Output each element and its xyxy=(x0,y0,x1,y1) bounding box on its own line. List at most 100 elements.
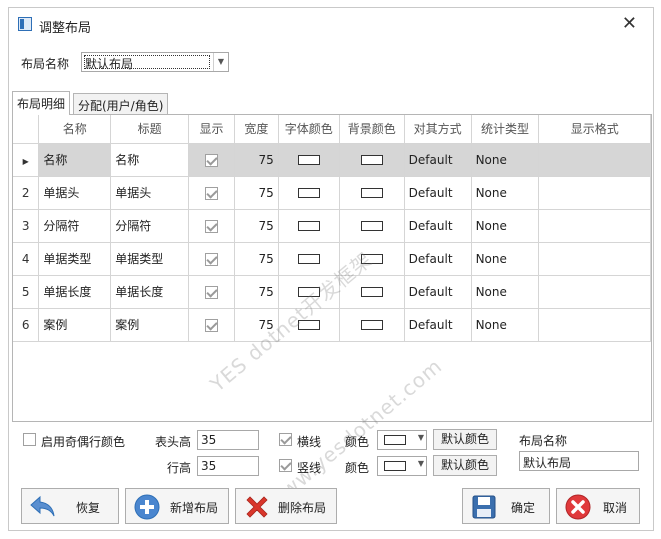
cell-caption[interactable]: 名称 xyxy=(110,143,190,177)
column-header[interactable]: 显示 xyxy=(188,115,235,144)
cell-format[interactable] xyxy=(538,275,651,309)
hline-default-color-button[interactable]: 默认颜色 xyxy=(433,429,497,450)
column-header[interactable]: 显示格式 xyxy=(538,115,651,144)
chevron-down-icon[interactable]: ▼ xyxy=(418,433,424,442)
cell-stat-type[interactable]: None xyxy=(471,143,540,177)
vline-color-select[interactable]: ▼ xyxy=(377,456,427,476)
cell-visible[interactable] xyxy=(188,242,235,276)
cell-back-color[interactable] xyxy=(339,209,405,243)
table-row[interactable]: 5 单据长度 单据长度 75 Default None xyxy=(13,275,651,309)
visible-checkbox[interactable] xyxy=(204,219,218,233)
cell-align[interactable]: Default xyxy=(404,209,472,243)
cell-caption[interactable]: 单据头 xyxy=(110,176,190,210)
cell-font-color[interactable] xyxy=(278,242,340,276)
cell-back-color[interactable] xyxy=(339,176,405,210)
cell-format[interactable] xyxy=(538,209,651,243)
cell-align[interactable]: Default xyxy=(404,275,472,309)
cell-visible[interactable] xyxy=(188,209,235,243)
column-header[interactable]: 背景颜色 xyxy=(339,115,405,144)
cell-stat-type[interactable]: None xyxy=(471,308,540,342)
ok-button[interactable]: 确定 xyxy=(462,488,550,524)
cell-align[interactable]: Default xyxy=(404,143,472,177)
cell-back-color[interactable] xyxy=(339,242,405,276)
cell-visible[interactable] xyxy=(188,143,235,177)
cell-visible[interactable] xyxy=(188,176,235,210)
cell-caption[interactable]: 案例 xyxy=(110,308,190,342)
cell-width[interactable]: 75 xyxy=(234,176,279,210)
cell-format[interactable] xyxy=(538,176,651,210)
cell-font-color[interactable] xyxy=(278,209,340,243)
visible-checkbox[interactable] xyxy=(204,186,218,200)
cell-visible[interactable] xyxy=(188,308,235,342)
cell-align[interactable]: Default xyxy=(404,242,472,276)
alt-row-color-checkbox[interactable] xyxy=(23,433,36,446)
save-layout-name-input[interactable]: 默认布局 xyxy=(519,451,639,471)
cell-back-color[interactable] xyxy=(339,308,405,342)
cell-align[interactable]: Default xyxy=(404,176,472,210)
table-row[interactable]: 4 单据类型 单据类型 75 Default None xyxy=(13,242,651,276)
row-indicator[interactable]: 4 xyxy=(13,242,40,276)
cell-name[interactable]: 单据长度 xyxy=(38,275,112,309)
row-indicator[interactable]: 6 xyxy=(13,308,40,342)
restore-button[interactable]: 恢复 xyxy=(21,488,119,524)
chevron-down-icon[interactable]: ▼ xyxy=(418,459,424,468)
table-row[interactable]: 3 分隔符 分隔符 75 Default None xyxy=(13,209,651,243)
column-header[interactable]: 名称 xyxy=(38,115,112,144)
tab-layout-detail[interactable]: 布局明细 xyxy=(12,91,71,115)
cell-name[interactable]: 分隔符 xyxy=(38,209,112,243)
cell-format[interactable] xyxy=(538,308,651,342)
add-layout-button[interactable]: 新增布局 xyxy=(125,488,229,524)
cell-font-color[interactable] xyxy=(278,308,340,342)
cell-visible[interactable] xyxy=(188,275,235,309)
close-icon[interactable]: ✕ xyxy=(622,13,637,34)
row-indicator[interactable]: 5 xyxy=(13,275,40,309)
cell-width[interactable]: 75 xyxy=(234,209,279,243)
cell-caption[interactable]: 单据类型 xyxy=(110,242,190,276)
cell-width[interactable]: 75 xyxy=(234,275,279,309)
cell-format[interactable] xyxy=(538,143,651,177)
delete-layout-button[interactable]: 删除布局 xyxy=(235,488,337,524)
cell-name[interactable]: 名称 xyxy=(38,143,112,177)
chevron-down-icon[interactable]: ▼ xyxy=(213,53,228,71)
cell-stat-type[interactable]: None xyxy=(471,242,540,276)
cell-back-color[interactable] xyxy=(339,143,405,177)
column-header[interactable]: 字体颜色 xyxy=(278,115,340,144)
hline-checkbox[interactable] xyxy=(279,433,292,446)
table-row[interactable]: ▶ 名称 名称 75 Default None xyxy=(13,143,651,177)
cell-width[interactable]: 75 xyxy=(234,308,279,342)
table-row[interactable]: 6 案例 案例 75 Default None xyxy=(13,308,651,342)
cell-back-color[interactable] xyxy=(339,275,405,309)
cell-stat-type[interactable]: None xyxy=(471,176,540,210)
cell-font-color[interactable] xyxy=(278,176,340,210)
cell-name[interactable]: 案例 xyxy=(38,308,112,342)
row-indicator[interactable]: 2 xyxy=(13,176,40,210)
cell-caption[interactable]: 单据长度 xyxy=(110,275,190,309)
cell-caption[interactable]: 分隔符 xyxy=(110,209,190,243)
cell-stat-type[interactable]: None xyxy=(471,209,540,243)
vline-default-color-button[interactable]: 默认颜色 xyxy=(433,455,497,476)
cell-name[interactable]: 单据类型 xyxy=(38,242,112,276)
column-header[interactable]: 宽度 xyxy=(234,115,279,144)
column-header[interactable]: 标题 xyxy=(110,115,190,144)
hline-color-select[interactable]: ▼ xyxy=(377,430,427,450)
cell-font-color[interactable] xyxy=(278,275,340,309)
cell-name[interactable]: 单据头 xyxy=(38,176,112,210)
header-height-input[interactable]: 35 xyxy=(197,430,259,450)
cell-width[interactable]: 75 xyxy=(234,143,279,177)
row-height-input[interactable]: 35 xyxy=(197,456,259,476)
visible-checkbox[interactable] xyxy=(204,285,218,299)
table-row[interactable]: 2 单据头 单据头 75 Default None xyxy=(13,176,651,210)
visible-checkbox[interactable] xyxy=(204,153,218,167)
visible-checkbox[interactable] xyxy=(204,252,218,266)
tab-assign[interactable]: 分配(用户/角色) xyxy=(73,93,169,115)
cancel-button[interactable]: 取消 xyxy=(556,488,640,524)
vline-checkbox[interactable] xyxy=(279,459,292,472)
cell-stat-type[interactable]: None xyxy=(471,275,540,309)
visible-checkbox[interactable] xyxy=(204,318,218,332)
row-indicator[interactable]: 3 xyxy=(13,209,40,243)
cell-width[interactable]: 75 xyxy=(234,242,279,276)
cell-format[interactable] xyxy=(538,242,651,276)
cell-align[interactable]: Default xyxy=(404,308,472,342)
column-header[interactable]: 对其方式 xyxy=(404,115,472,144)
column-header[interactable]: 统计类型 xyxy=(471,115,540,144)
